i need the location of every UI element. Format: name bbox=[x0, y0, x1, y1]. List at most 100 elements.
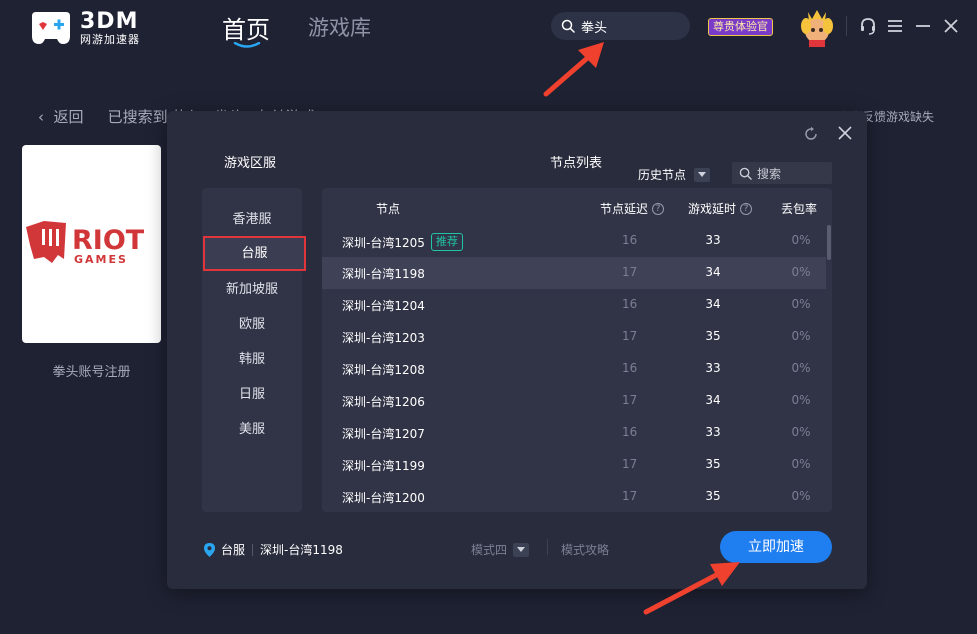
mode-label: 模式四 bbox=[471, 543, 508, 557]
node-name: 深圳-台湾1198 bbox=[342, 267, 425, 281]
region-item-japan[interactable]: 日服 bbox=[202, 380, 302, 410]
help-icon[interactable]: ? bbox=[652, 202, 665, 215]
game-ping: 34 bbox=[705, 393, 721, 407]
node-ping: 16 bbox=[622, 425, 638, 439]
game-ping: 35 bbox=[705, 329, 721, 343]
packet-loss: 0% bbox=[791, 425, 811, 439]
table-row[interactable]: 深圳-台湾1207 16 33 0% bbox=[322, 417, 826, 449]
table-row[interactable]: 深圳-台湾1200 17 35 0% bbox=[322, 481, 826, 512]
refresh-icon[interactable] bbox=[803, 126, 819, 142]
selected-region: 台服 bbox=[221, 543, 246, 557]
game-ping: 34 bbox=[705, 265, 721, 279]
table-scrollbar[interactable] bbox=[827, 225, 831, 260]
top-search-input[interactable]: 拳头 bbox=[551, 12, 690, 40]
riot-games-logo: RIOT GAMES bbox=[26, 221, 145, 266]
game-ping: 35 bbox=[705, 489, 721, 503]
node-table: 节点 节点延迟 ? 游戏延时 ? 丢包率 深圳-台湾1205 推荐 16 33 … bbox=[322, 188, 832, 512]
mode-guide-link[interactable]: 模式攻略 bbox=[561, 541, 609, 558]
packet-loss: 0% bbox=[791, 489, 811, 503]
gamepad-logo-icon bbox=[32, 12, 70, 44]
column-game-ping-label: 游戏延时 bbox=[688, 202, 737, 216]
node-ping: 16 bbox=[622, 361, 638, 375]
region-item-europe[interactable]: 欧服 bbox=[202, 310, 302, 340]
node-ping: 17 bbox=[622, 457, 638, 471]
nav-home-tab[interactable]: 首页 bbox=[222, 10, 270, 45]
top-bar: 3DM 网游加速器 首页 游戏库 拳头 尊贵体验官 bbox=[0, 0, 977, 56]
column-ping-label: 节点延迟 bbox=[600, 202, 649, 216]
region-list: 香港服 台服 新加坡服 欧服 韩服 日服 美服 bbox=[202, 188, 306, 512]
game-name[interactable]: 拳头账号注册 bbox=[22, 361, 161, 380]
table-row[interactable]: 深圳-台湾1199 17 35 0% bbox=[322, 449, 826, 481]
node-name: 深圳-台湾1203 bbox=[342, 331, 425, 345]
packet-loss: 0% bbox=[791, 329, 811, 343]
packet-loss: 0% bbox=[791, 361, 811, 375]
column-ping: 节点延迟 ? bbox=[600, 200, 665, 217]
table-row[interactable]: 深圳-台湾1208 16 33 0% bbox=[322, 353, 826, 385]
app-logo[interactable]: 3DM 网游加速器 bbox=[28, 10, 140, 46]
minimize-icon[interactable] bbox=[913, 16, 933, 36]
close-icon[interactable] bbox=[941, 16, 961, 36]
footer-divider bbox=[252, 543, 254, 556]
headset-support-icon[interactable] bbox=[858, 16, 878, 36]
node-search-input[interactable]: 搜索 bbox=[732, 162, 832, 184]
node-name: 深圳-台湾1207 bbox=[342, 427, 425, 441]
node-ping: 17 bbox=[622, 393, 638, 407]
node-name: 深圳-台湾1205 bbox=[342, 235, 425, 250]
node-ping: 16 bbox=[622, 297, 638, 311]
column-node: 节点 bbox=[376, 202, 401, 216]
location-pin-icon bbox=[204, 542, 215, 557]
region-item-hongkong[interactable]: 香港服 bbox=[202, 205, 302, 235]
packet-loss: 0% bbox=[791, 233, 811, 247]
menu-icon[interactable] bbox=[885, 16, 905, 36]
help-icon[interactable]: ? bbox=[740, 202, 753, 215]
brand-subtitle: 网游加速器 bbox=[80, 32, 140, 46]
game-ping: 33 bbox=[705, 425, 721, 439]
node-name: 深圳-台湾1208 bbox=[342, 363, 425, 377]
search-placeholder: 搜索 bbox=[757, 166, 782, 181]
accelerate-button[interactable]: 立即加速 bbox=[720, 531, 832, 563]
table-row[interactable]: 深圳-台湾1203 17 35 0% bbox=[322, 321, 826, 353]
node-name: 深圳-台湾1200 bbox=[342, 491, 425, 505]
game-ping: 33 bbox=[705, 233, 721, 247]
node-ping: 17 bbox=[622, 489, 638, 503]
region-item-singapore[interactable]: 新加坡服 bbox=[202, 275, 302, 305]
vip-badge[interactable]: 尊贵体验官 bbox=[708, 18, 773, 36]
node-name: 深圳-台湾1206 bbox=[342, 395, 425, 409]
table-row[interactable]: 深圳-台湾1205 推荐 16 33 0% bbox=[322, 225, 826, 257]
node-name: 深圳-台湾1199 bbox=[342, 459, 425, 473]
table-row[interactable]: 深圳-台湾1206 17 34 0% bbox=[322, 385, 826, 417]
game-ping: 35 bbox=[705, 457, 721, 471]
region-title: 游戏区服 bbox=[224, 156, 277, 171]
recommend-tag: 推荐 bbox=[430, 233, 463, 251]
dialog-close-icon[interactable] bbox=[837, 125, 853, 141]
search-icon bbox=[561, 19, 575, 33]
toolbar-divider bbox=[846, 16, 847, 36]
table-row-selected[interactable]: 深圳-台湾1198 17 34 0% bbox=[322, 257, 826, 289]
caret-down-icon bbox=[513, 542, 530, 557]
back-label: 返回 bbox=[53, 108, 84, 126]
active-tab-indicator bbox=[233, 42, 261, 48]
region-item-korea[interactable]: 韩服 bbox=[202, 345, 302, 375]
riot-text: RIOT bbox=[72, 225, 145, 256]
history-label: 历史节点 bbox=[638, 168, 687, 182]
table-row[interactable]: 深圳-台湾1204 16 34 0% bbox=[322, 289, 826, 321]
mode-dropdown[interactable]: 模式四 bbox=[471, 541, 530, 558]
nav-library-tab[interactable]: 游戏库 bbox=[308, 12, 371, 42]
region-item-taiwan[interactable]: 台服 bbox=[203, 236, 306, 271]
node-ping: 17 bbox=[622, 329, 638, 343]
selected-node: 深圳-台湾1198 bbox=[260, 543, 343, 557]
game-ping: 33 bbox=[705, 361, 721, 375]
search-value: 拳头 bbox=[581, 20, 608, 36]
back-button[interactable]: ‹ 返回 bbox=[38, 106, 84, 127]
mode-divider bbox=[547, 539, 548, 555]
packet-loss: 0% bbox=[791, 297, 811, 311]
column-game-ping: 游戏延时 ? bbox=[688, 200, 753, 217]
avatar[interactable] bbox=[798, 6, 836, 48]
table-header: 节点 节点延迟 ? 游戏延时 ? 丢包率 bbox=[322, 188, 832, 224]
search-icon bbox=[739, 167, 752, 180]
region-item-usa[interactable]: 美服 bbox=[202, 415, 302, 445]
game-card[interactable]: RIOT GAMES bbox=[22, 145, 161, 343]
games-text: GAMES bbox=[74, 253, 128, 266]
history-nodes-dropdown[interactable]: 历史节点 bbox=[638, 166, 711, 183]
current-selection: 台服 深圳-台湾1198 bbox=[204, 541, 343, 558]
